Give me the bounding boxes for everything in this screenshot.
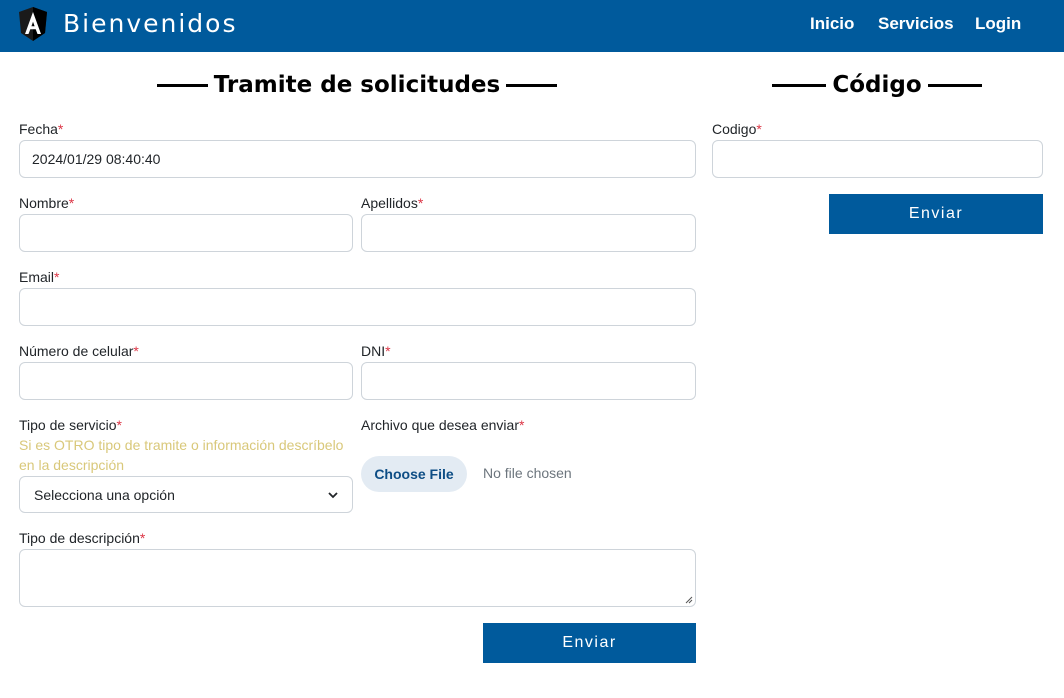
- required-mark: *: [139, 530, 146, 546]
- required-mark: *: [519, 417, 525, 433]
- title-line-left: [157, 83, 208, 87]
- navbar: Bienvenidos Inicio Servicios Login: [0, 0, 1064, 52]
- title-line-right: [506, 83, 557, 87]
- codigo-title: Código: [772, 68, 982, 102]
- apellidos-input[interactable]: [361, 214, 696, 252]
- resize-grip-icon[interactable]: [685, 596, 693, 604]
- dni-label-text: DNI: [361, 343, 386, 359]
- nombre-label: Nombre*: [19, 195, 74, 211]
- codigo-input[interactable]: [712, 140, 1043, 178]
- apellidos-label: Apellidos*: [361, 195, 423, 211]
- title-line-right: [927, 83, 982, 87]
- tipo-servicio-label: Tipo de servicio*: [19, 417, 122, 433]
- nav-link-inicio[interactable]: Inicio: [810, 14, 854, 34]
- email-input[interactable]: [19, 288, 696, 326]
- title-line-left: [772, 83, 827, 87]
- codigo-submit-button[interactable]: Enviar: [829, 194, 1043, 234]
- required-mark: *: [116, 417, 122, 433]
- form-title-text: Tramite de solicitudes: [213, 72, 501, 98]
- fecha-input[interactable]: [19, 140, 696, 178]
- choose-file-button[interactable]: Choose File: [361, 456, 467, 492]
- nav-link-servicios[interactable]: Servicios: [878, 14, 954, 34]
- required-mark: *: [756, 121, 762, 137]
- form-title: Tramite de solicitudes: [157, 68, 557, 102]
- tipo-servicio-select[interactable]: Selecciona una opción: [19, 476, 353, 513]
- angular-logo-icon[interactable]: [19, 7, 47, 41]
- nombre-label-text: Nombre: [19, 195, 69, 211]
- chevron-down-icon: [328, 491, 338, 498]
- tipo-servicio-hint: Si es OTRO tipo de tramite o información…: [19, 437, 344, 473]
- codigo-label-text: Codigo: [712, 121, 757, 137]
- archivo-label: Archivo que desea enviar*: [361, 417, 524, 433]
- required-mark: *: [385, 343, 391, 359]
- nombre-input[interactable]: [19, 214, 353, 252]
- required-mark: *: [54, 269, 60, 285]
- codigo-label: Codigo*: [712, 121, 762, 137]
- required-mark: *: [133, 343, 139, 359]
- archivo-label-text: Archivo que desea enviar: [361, 417, 519, 433]
- tipo-servicio-label-text: Tipo de servicio: [19, 417, 117, 433]
- required-mark: *: [68, 195, 75, 211]
- celular-label-text: Número de celular: [19, 343, 134, 359]
- form-submit-button[interactable]: Enviar: [483, 623, 696, 663]
- email-label: Email*: [19, 269, 59, 285]
- descripcion-label: Tipo de descripción*: [19, 530, 145, 546]
- file-status: No file chosen: [483, 465, 572, 481]
- descripcion-textarea[interactable]: [19, 549, 696, 607]
- brand-title[interactable]: Bienvenidos: [63, 9, 237, 38]
- fecha-label: Fecha*: [19, 121, 63, 137]
- celular-label: Número de celular*: [19, 343, 139, 359]
- fecha-label-text: Fecha: [19, 121, 58, 137]
- tipo-servicio-selected: Selecciona una opción: [34, 486, 175, 503]
- dni-label: DNI*: [361, 343, 391, 359]
- celular-input[interactable]: [19, 362, 353, 400]
- apellidos-label-text: Apellidos: [361, 195, 418, 211]
- required-mark: *: [417, 195, 424, 211]
- nav-link-login[interactable]: Login: [975, 14, 1021, 34]
- email-label-text: Email: [19, 269, 55, 285]
- dni-input[interactable]: [361, 362, 696, 400]
- codigo-title-text: Código: [832, 72, 922, 98]
- required-mark: *: [57, 121, 64, 137]
- descripcion-label-text: Tipo de descripción: [19, 530, 140, 546]
